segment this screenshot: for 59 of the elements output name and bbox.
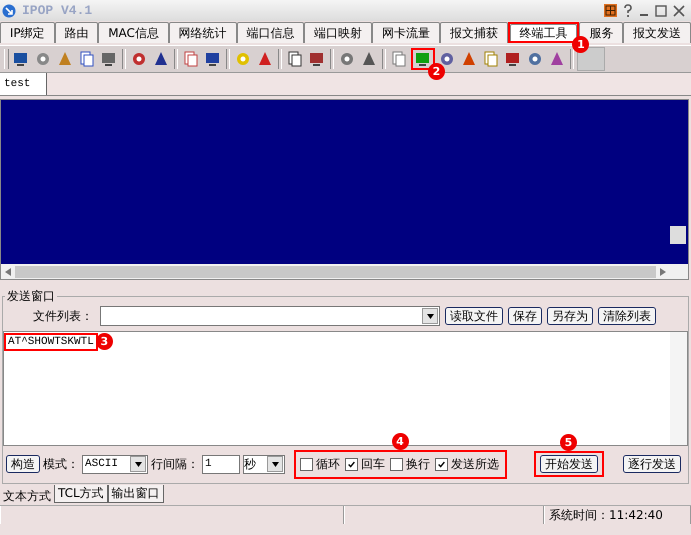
copy-icon[interactable]: [78, 50, 96, 68]
status-time: 系统时间：11:42:40: [544, 506, 691, 524]
file-button[interactable]: 另存为: [547, 307, 593, 325]
checkbox[interactable]: [390, 458, 403, 470]
tab[interactable]: 路由: [54, 22, 98, 43]
unit-dropdown[interactable]: 秒: [243, 454, 285, 474]
checkbox-label: 换行: [406, 456, 430, 472]
step-number: 2: [428, 63, 445, 80]
build-button[interactable]: 构造: [6, 455, 40, 473]
checkbox[interactable]: [435, 458, 448, 470]
step-send-button[interactable]: 逐行发送: [623, 455, 681, 473]
grid-icon[interactable]: [604, 4, 617, 17]
checkmark-icon: [437, 460, 446, 468]
interval-label: 行间隔：: [151, 456, 199, 472]
mode-label: 模式：: [43, 456, 79, 472]
vertical-scrollbar[interactable]: [670, 332, 687, 445]
computer-icon[interactable]: [12, 50, 30, 68]
tab[interactable]: MAC信息: [98, 22, 169, 43]
checkbox[interactable]: [300, 458, 313, 470]
caret-icon[interactable]: [134, 462, 142, 466]
file-button[interactable]: 清除列表: [598, 307, 656, 325]
group-title: 发送窗口: [6, 288, 56, 305]
command-text: AT^SHOWTSKWTL: [7, 335, 95, 349]
interval-field[interactable]: 1: [202, 454, 240, 474]
tab[interactable]: 端口映射: [304, 22, 372, 43]
close-icon[interactable]: [673, 4, 685, 16]
tab[interactable]: 报文发送: [623, 22, 691, 43]
file-button[interactable]: 保存: [508, 307, 542, 325]
maximize-icon[interactable]: [655, 4, 667, 16]
checkbox-label: 发送所选: [451, 456, 499, 472]
tab[interactable]: IP绑定: [0, 22, 55, 43]
tab[interactable]: 端口信息: [236, 22, 304, 43]
window-title: IPOP V4.1: [22, 3, 92, 18]
bottom-tab[interactable]: TCL方式: [54, 485, 108, 503]
caret-icon[interactable]: [272, 462, 278, 466]
scrollbar-thumb[interactable]: [670, 226, 686, 244]
file-button[interactable]: 读取文件: [445, 307, 503, 325]
bottom-tab[interactable]: 输出窗口: [108, 485, 164, 503]
step-number: 5: [560, 434, 577, 451]
help-icon[interactable]: [623, 4, 633, 18]
file-list-label: 文件列表：: [33, 308, 93, 324]
mode-dropdown[interactable]: ASCII: [82, 454, 148, 474]
checkbox-label: 循环: [316, 456, 340, 472]
step-number: 3: [96, 333, 113, 350]
horizontal-scrollbar[interactable]: [1, 264, 688, 279]
document-tab[interactable]: test: [0, 73, 47, 95]
checkbox-label: 回车: [361, 456, 385, 472]
right-arrow-icon[interactable]: [660, 268, 666, 276]
left-arrow-icon[interactable]: [5, 268, 11, 276]
start-send-button[interactable]: 开始发送: [540, 455, 598, 473]
caret-icon[interactable]: [426, 314, 434, 318]
tab[interactable]: 报文捕获: [440, 22, 508, 43]
tab[interactable]: 网卡流量: [372, 22, 440, 43]
checkbox[interactable]: [345, 458, 358, 470]
tab[interactable]: 网络统计: [168, 22, 237, 43]
file-list-dropdown[interactable]: [100, 306, 440, 326]
checkmark-icon: [347, 460, 356, 468]
app-icon: [2, 4, 16, 18]
tab[interactable]: 终端工具: [510, 24, 578, 41]
